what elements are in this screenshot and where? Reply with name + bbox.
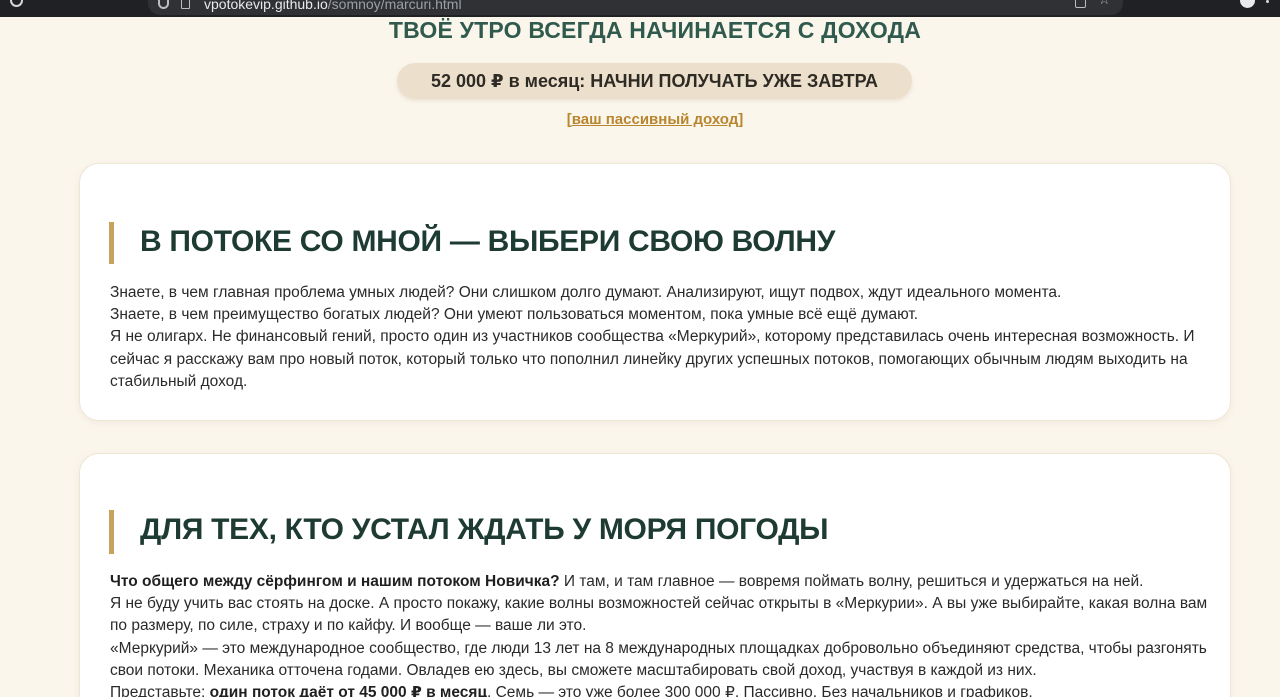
paragraph-rest: . Семь — это уже более 300 000 ₽. Пассив…: [486, 684, 1033, 697]
section-card-flow: В ПОТОКЕ СО МНОЙ — ВЫБЕРИ СВОЮ ВОЛНУ Зна…: [79, 163, 1231, 421]
url-host: vpotokevip.github.io: [204, 0, 328, 12]
paragraph: Представьте: один поток даёт от 45 000 ₽…: [110, 682, 1210, 697]
paragraph-rest: И там, и там главное — вовремя поймать в…: [559, 573, 1144, 590]
url-path: /somnoy/marcuri.html: [327, 0, 462, 12]
section-card-surfing: ДЛЯ ТЕХ, КТО УСТАЛ ЖДАТЬ У МОРЯ ПОГОДЫ Ч…: [79, 453, 1231, 697]
section-text: Что общего между сёрфингом и нашим поток…: [110, 571, 1210, 697]
paragraph: Я не олигарх. Не финансовый гений, прост…: [110, 328, 1195, 390]
link-bracket-close: ]: [738, 111, 744, 128]
income-pill: 52 000 ₽ в месяц: НАЧНИ ПОЛУЧАТЬ УЖЕ ЗАВ…: [397, 63, 912, 99]
bookmark-star-icon[interactable]: ☆: [1098, 0, 1111, 6]
section-text: Знаете, в чем главная проблема умных люд…: [110, 282, 1210, 393]
hero-title: ТВОЁ УТРО ВСЕГДА НАЧИНАЕТСЯ С ДОХОДА: [388, 17, 922, 43]
paragraph: Что общего между сёрфингом и нашим поток…: [110, 571, 1210, 593]
url-text[interactable]: vpotokevip.github.io/somnoy/marcuri.html: [204, 0, 462, 12]
shield-icon[interactable]: [158, 0, 169, 9]
open-in-app-icon[interactable]: [1075, 0, 1086, 8]
reload-icon[interactable]: [10, 0, 23, 7]
profile-avatar-icon[interactable]: [1240, 0, 1255, 8]
browser-toolbar: vpotokevip.github.io/somnoy/marcuri.html…: [0, 0, 1280, 17]
section-heading: ДЛЯ ТЕХ, КТО УСТАЛ ЖДАТЬ У МОРЯ ПОГОДЫ: [109, 510, 829, 554]
paragraph-start: Представьте:: [110, 684, 210, 697]
bold-question: Что общего между сёрфингом и нашим поток…: [110, 573, 560, 590]
paragraph: Знаете, в чем главная проблема умных люд…: [110, 284, 1062, 301]
page-info-icon[interactable]: [181, 0, 190, 9]
bold-income: один поток даёт от 45 000 ₽ в месяц: [209, 684, 487, 697]
paragraph: «Меркурий» — это международное сообществ…: [110, 639, 1207, 679]
paragraph: Я не буду учить вас стоять на доске. А п…: [110, 595, 1208, 635]
link-text[interactable]: ваш пассивный доход: [572, 111, 739, 128]
section-heading: В ПОТОКЕ СО МНОЙ — ВЫБЕРИ СВОЮ ВОЛНУ: [109, 222, 835, 264]
passive-income-link[interactable]: [ваш пассивный доход]: [0, 111, 1280, 128]
paragraph: Знаете, в чем преимущество богатых людей…: [110, 306, 919, 324]
more-menu-icon[interactable]: [1266, 0, 1269, 5]
address-bar[interactable]: vpotokevip.github.io/somnoy/marcuri.html…: [148, 0, 1123, 15]
